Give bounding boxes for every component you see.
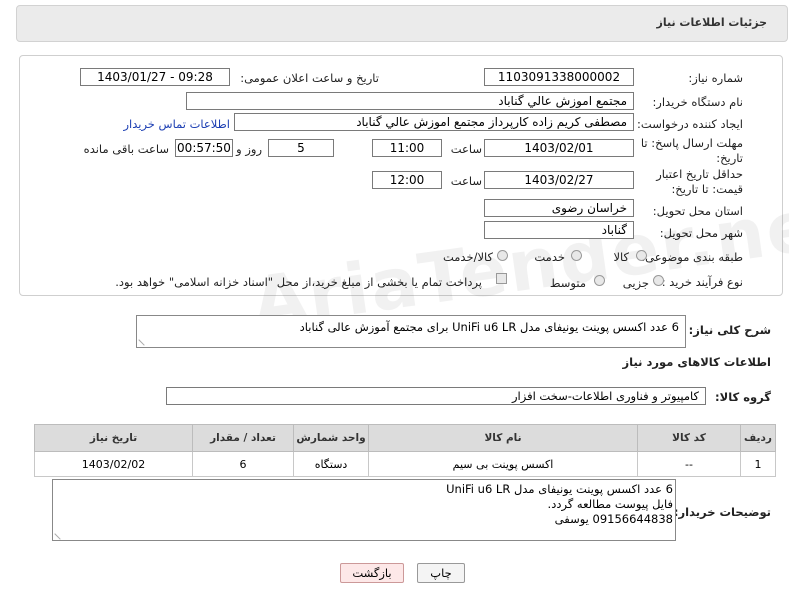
- buyer-org-label: نام دستگاه خریدار:: [652, 95, 743, 109]
- buyer-notes-line-2: فایل پیوست مطالعه گردد.: [547, 497, 673, 511]
- validity-date-field: 1403/02/27: [484, 171, 634, 189]
- cell-unit: دستگاه: [293, 451, 369, 477]
- col-header-quantity: تعداد / مقدار: [192, 424, 294, 452]
- days-remaining-field: 5: [268, 139, 334, 157]
- category-label: طبقه بندی موضوعی:: [641, 250, 743, 264]
- category-service-label: خدمت: [534, 250, 565, 264]
- back-button[interactable]: بازگشت: [340, 563, 404, 583]
- treasury-payment-checkbox[interactable]: [496, 273, 507, 284]
- days-label: روز و: [236, 142, 262, 156]
- deadline-date-field: 1403/02/01: [484, 139, 634, 157]
- buyer-notes-label: توضیحات خریدار:: [673, 505, 771, 519]
- description-label: شرح کلی نیاز:: [688, 323, 771, 337]
- announce-label: تاریخ و ساعت اعلان عمومی:: [240, 71, 379, 85]
- cell-row-number: 1: [740, 451, 776, 477]
- announce-field: 1403/01/27 - 09:28: [80, 68, 230, 86]
- cell-date: 1403/02/02: [34, 451, 193, 477]
- buyer-org-field: مجتمع اموزش عالي گناباد: [186, 92, 634, 110]
- col-header-unit: واحد شمارش: [293, 424, 369, 452]
- time-remaining-label: ساعت باقی مانده: [83, 142, 169, 156]
- validity-time-field: 12:00: [372, 171, 442, 189]
- process-label: نوع فرآیند خرید :: [661, 275, 743, 289]
- process-medium-label: متوسط: [549, 276, 586, 290]
- category-both-label: کالا/خدمت: [442, 250, 493, 264]
- cell-name: اکسس پوینت بی سیم: [368, 451, 638, 477]
- buyer-notes-line-1: 6 عدد اکسس پوینت یونیفای مدل UniFi u6 LR: [446, 482, 673, 496]
- table-row: 1 -- اکسس پوینت بی سیم دستگاه 6 1403/02/…: [34, 451, 776, 477]
- validity-time-label: ساعت: [450, 174, 482, 188]
- requester-label: ایجاد کننده درخواست:: [637, 117, 743, 131]
- treasury-payment-text: پرداخت تمام یا بخشی از مبلغ خرید،از محل …: [115, 275, 482, 289]
- print-button[interactable]: چاپ: [417, 563, 465, 583]
- need-number-label: شماره نیاز:: [688, 71, 743, 85]
- requester-field: مصطفی کریم زاده کارپرداز مجتمع اموزش عال…: [234, 113, 634, 131]
- col-header-row: ردیف: [740, 424, 776, 452]
- goods-group-field: کامپیوتر و فناوری اطلاعات-سخت افزار: [166, 387, 706, 405]
- deadline-time-label: ساعت: [450, 142, 482, 156]
- buyer-notes-line-3: 09156644838 یوسفی: [554, 512, 673, 526]
- goods-table: ردیف کد کالا نام کالا واحد شمارش تعداد /…: [34, 424, 776, 477]
- category-goods-radio[interactable]: [636, 250, 647, 261]
- goods-section-title: اطلاعات کالاهای مورد نیاز: [622, 355, 771, 369]
- deadline-label: مهلت ارسال پاسخ: تا تاریخ:: [640, 136, 743, 165]
- buyer-contact-link[interactable]: اطلاعات تماس خریدار: [123, 117, 230, 131]
- col-header-name: نام کالا: [368, 424, 638, 452]
- city-label: شهر محل تحویل:: [659, 226, 743, 240]
- process-medium-radio[interactable]: [594, 275, 605, 286]
- col-header-date: تاریخ نیاز: [34, 424, 193, 452]
- category-service-radio[interactable]: [571, 250, 582, 261]
- goods-group-label: گروه کالا:: [715, 390, 771, 404]
- need-number-field: 1103091338000002: [484, 68, 634, 86]
- time-remaining-field: 00:57:50: [175, 139, 233, 157]
- province-field: خراسان رضوی: [484, 199, 634, 217]
- price-validity-label: حداقل تاریخ اعتبار قیمت: تا تاریخ:: [656, 167, 743, 196]
- category-goods-label: کالا: [613, 250, 629, 264]
- deadline-time-field: 11:00: [372, 139, 442, 157]
- description-text: 6 عدد اکسس پوینت یونیفای مدل UniFi u6 LR…: [299, 320, 679, 334]
- province-label: استان محل تحویل:: [652, 204, 743, 218]
- city-field: گناباد: [484, 221, 634, 239]
- cell-code: --: [637, 451, 741, 477]
- cell-quantity: 6: [192, 451, 294, 477]
- page-title: جزئیات اطلاعات نیاز: [656, 16, 768, 29]
- process-minor-label: جزیی: [622, 276, 649, 290]
- process-minor-radio[interactable]: [653, 275, 664, 286]
- category-both-radio[interactable]: [497, 250, 508, 261]
- col-header-code: کد کالا: [637, 424, 741, 452]
